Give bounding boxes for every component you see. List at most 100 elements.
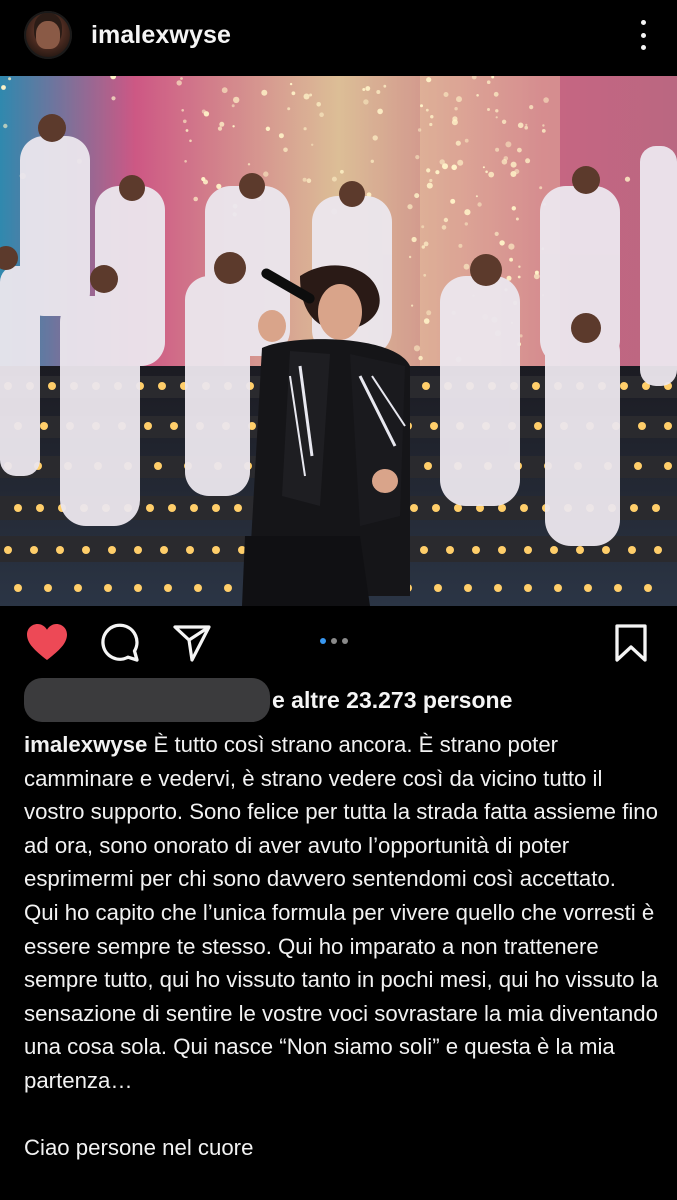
sparkle-light — [219, 121, 225, 127]
stage-light — [644, 584, 652, 592]
stage-light — [472, 546, 480, 554]
sparkle-light — [539, 186, 543, 190]
stage-light — [664, 462, 672, 470]
sparkle-light — [486, 80, 491, 84]
sparkle-light — [505, 141, 512, 148]
sparkle-light — [221, 87, 228, 94]
ellipsis-dot — [640, 45, 646, 50]
sparkle-light — [1, 85, 6, 90]
sparkle-light — [411, 304, 414, 307]
sparkle-light — [189, 139, 192, 143]
sparkle-light — [482, 166, 485, 169]
sparkle-light — [450, 198, 456, 204]
stage-light — [168, 504, 176, 512]
bookmark-icon[interactable] — [614, 623, 648, 668]
paper-plane-icon[interactable] — [172, 623, 212, 668]
sparkle-light — [111, 96, 116, 101]
stage-light — [170, 422, 178, 430]
sparkle-light — [525, 158, 531, 164]
stage-light — [524, 584, 532, 592]
sparkle-light — [183, 119, 187, 124]
ellipsis-dot — [640, 32, 646, 38]
stage-light — [602, 546, 610, 554]
sparkle-light — [495, 109, 499, 113]
sparkle-light — [542, 124, 545, 127]
carousel-dot — [331, 638, 337, 644]
stage-light — [432, 504, 440, 512]
heart-filled-icon[interactable] — [26, 623, 68, 668]
caption-paragraph: Qui ho capito che l’unica formula per vi… — [24, 899, 658, 1093]
sparkle-light — [362, 88, 366, 91]
sparkle-light — [261, 89, 268, 96]
sparkle-light — [442, 163, 448, 170]
stage-light — [160, 546, 168, 554]
stage-light — [134, 546, 142, 554]
sparkle-light — [452, 116, 458, 122]
post-photo[interactable] — [0, 76, 677, 606]
sparkle-light — [464, 138, 469, 143]
sparkle-light — [316, 102, 322, 107]
stage-light — [524, 546, 532, 554]
sparkle-light — [407, 204, 413, 210]
sparkle-light — [185, 129, 189, 132]
stage-light — [634, 462, 642, 470]
sparkle-light — [525, 123, 528, 126]
sparkle-light — [372, 135, 378, 141]
post-username[interactable]: imalexwyse — [91, 21, 231, 50]
stage-light — [630, 504, 638, 512]
stage-light — [498, 546, 506, 554]
sparkle-light — [487, 108, 490, 111]
more-options-icon[interactable] — [633, 20, 653, 50]
sparkle-light — [8, 77, 12, 81]
caption-username[interactable]: imalexwyse — [24, 732, 147, 757]
sparkle-light — [509, 257, 513, 262]
stage-light — [158, 382, 166, 390]
sparkle-light — [425, 108, 429, 112]
stage-light — [186, 546, 194, 554]
sparkle-light — [420, 104, 423, 108]
sparkle-light — [511, 206, 516, 211]
stage-light — [424, 462, 432, 470]
sparkle-light — [309, 93, 313, 97]
sparkle-light — [415, 155, 420, 160]
sparkle-light — [306, 178, 312, 183]
sparkle-light — [501, 119, 507, 124]
stage-light — [554, 584, 562, 592]
sparkle-light — [291, 91, 296, 96]
caption-paragraph: Ciao persone nel cuore — [24, 1135, 254, 1161]
sparkle-light — [454, 107, 458, 111]
likes-summary[interactable]: e altre 23.273 persone — [24, 677, 512, 723]
sparkle-light — [278, 133, 284, 139]
sparkle-light — [426, 77, 432, 83]
stage-light — [654, 546, 662, 554]
profile-avatar[interactable] — [24, 11, 72, 59]
comment-bubble-icon[interactable] — [100, 623, 140, 668]
post-header: imalexwyse — [0, 0, 677, 70]
stage-light — [40, 422, 48, 430]
stage-light — [74, 584, 82, 592]
sparkle-light — [3, 123, 8, 129]
sparkle-light — [408, 255, 412, 259]
stage-light — [108, 546, 116, 554]
sparkle-light — [464, 209, 471, 216]
carousel-indicator — [320, 638, 348, 644]
sparkle-light — [510, 161, 517, 168]
stage-light — [532, 382, 540, 390]
sparkle-light — [289, 82, 293, 86]
stage-light — [164, 584, 172, 592]
sparkle-light — [485, 170, 488, 174]
sparkle-light — [370, 159, 374, 163]
caption-paragraph: imalexwyse È tutto così strano ancora. È… — [24, 728, 664, 896]
sparkle-light — [411, 236, 417, 243]
sparkle-light — [477, 202, 482, 207]
sparkle-light — [303, 127, 307, 131]
stage-light — [36, 504, 44, 512]
sparkle-light — [464, 222, 468, 226]
sparkle-light — [233, 96, 240, 104]
sparkle-light — [458, 243, 463, 248]
sparkle-light — [201, 109, 206, 114]
sparkle-light — [499, 240, 505, 246]
sparkle-light — [176, 80, 182, 86]
sparkle-light — [441, 225, 447, 230]
sparkle-light — [377, 108, 383, 115]
